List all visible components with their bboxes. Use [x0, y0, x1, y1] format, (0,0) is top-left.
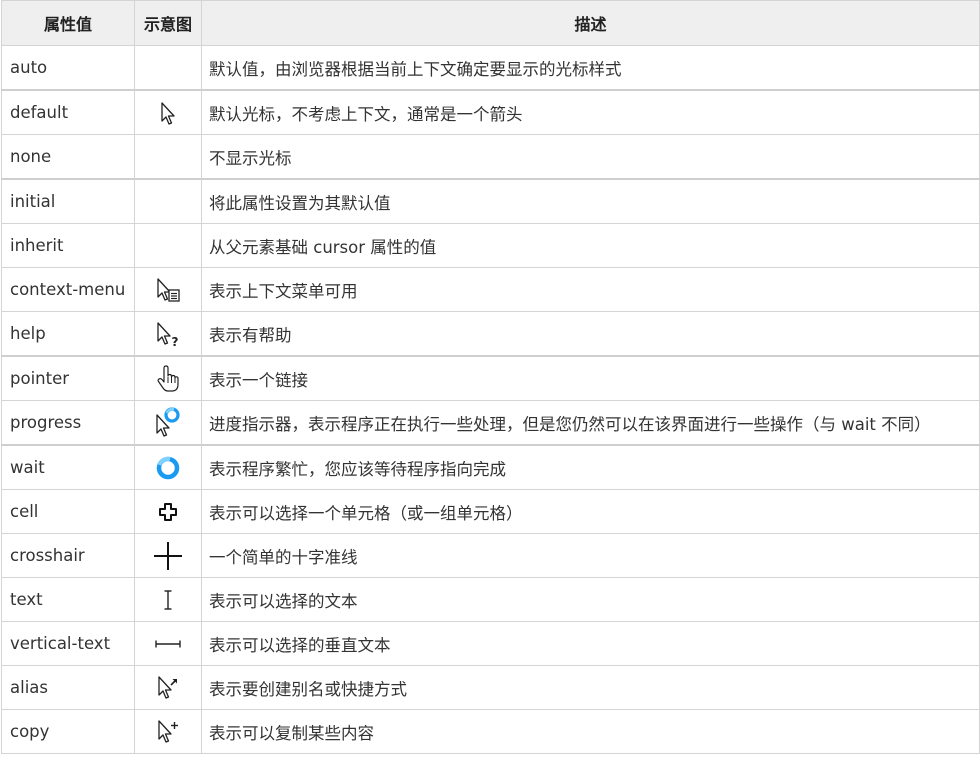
row-value: auto [1, 45, 135, 91]
row-description: 表示一个链接 [201, 355, 980, 401]
table-row: alias 表示要创建别名或快捷方式 [1, 665, 980, 710]
copy-cursor-icon [158, 719, 178, 743]
row-diagram [134, 178, 202, 224]
row-value: alias [1, 665, 135, 710]
row-description: 从父元素基础 cursor 属性的值 [201, 223, 980, 268]
row-description: 不显示光标 [201, 134, 980, 180]
arrow-cursor-icon [161, 101, 175, 125]
row-description: 表示上下文菜单可用 [201, 267, 980, 312]
table-row: initial 将此属性设置为其默认值 [1, 178, 980, 224]
row-description: 表示可以选择一个单元格（或一组单元格） [201, 489, 980, 534]
row-diagram [134, 134, 202, 180]
row-diagram [134, 621, 202, 666]
row-value: text [1, 577, 135, 622]
table-row: default 默认光标，不考虑上下文，通常是一个箭头 [1, 89, 980, 135]
row-value: copy [1, 709, 135, 754]
row-value: context-menu [1, 267, 135, 312]
table-row: progress 进度指示器，表示程序正在执行一些处理，但是您仍然可以在该界面进… [1, 400, 980, 446]
row-value: default [1, 89, 135, 135]
help-cursor-icon: ? [157, 321, 179, 348]
table-row: text 表示可以选择的文本 [1, 577, 980, 622]
row-diagram: ? [134, 311, 202, 357]
table-row: crosshair 一个简单的十字准线 [1, 533, 980, 578]
table-row: inherit 从父元素基础 cursor 属性的值 [1, 223, 980, 268]
row-diagram [134, 267, 202, 312]
hand-pointer-cursor-icon [157, 364, 179, 392]
table-row: none 不显示光标 [1, 134, 980, 180]
row-diagram [134, 577, 202, 622]
table-row: context-menu 表示上下文菜单可用 [1, 267, 980, 312]
cursor-property-table: 属性值 示意图 描述 auto 默认值，由浏览器根据当前上下文确定要显示的光标样… [1, 0, 980, 754]
table-header-row: 属性值 示意图 描述 [1, 0, 980, 46]
table-row: copy 表示可以复制某些内容 [1, 709, 980, 754]
row-description: 表示可以复制某些内容 [201, 709, 980, 754]
row-description: 表示有帮助 [201, 311, 980, 357]
row-value: progress [1, 400, 135, 446]
row-value: none [1, 134, 135, 180]
text-ibeam-cursor-icon [164, 589, 172, 610]
alias-cursor-icon [158, 675, 177, 699]
table-row: vertical-text 表示可以选择的垂直文本 [1, 621, 980, 666]
header-value: 属性值 [1, 0, 135, 46]
row-value: help [1, 311, 135, 357]
row-value: inherit [1, 223, 135, 268]
row-value: pointer [1, 355, 135, 401]
row-value: initial [1, 178, 135, 224]
table-row: pointer 表示一个链接 [1, 355, 980, 401]
row-description: 表示可以选择的文本 [201, 577, 980, 622]
table-row: wait 表示程序繁忙，您应该等待程序指向完成 [1, 444, 980, 490]
row-diagram [134, 709, 202, 754]
row-diagram [134, 444, 202, 490]
row-diagram [134, 355, 202, 401]
progress-cursor-icon [156, 406, 180, 437]
table-row: help ? 表示有帮助 [1, 311, 980, 357]
vertical-text-cursor-icon [155, 640, 181, 647]
row-description: 表示可以选择的垂直文本 [201, 621, 980, 666]
row-description: 表示要创建别名或快捷方式 [201, 665, 980, 710]
table-row: cell 表示可以选择一个单元格（或一组单元格） [1, 489, 980, 534]
row-value: vertical-text [1, 621, 135, 666]
row-diagram [134, 400, 202, 446]
row-diagram [134, 223, 202, 268]
header-description: 描述 [201, 0, 980, 46]
row-diagram [134, 665, 202, 710]
header-diagram: 示意图 [134, 0, 202, 46]
row-description: 进度指示器，表示程序正在执行一些处理，但是您仍然可以在该界面进行一些操作（与 w… [201, 400, 980, 446]
row-diagram [134, 45, 202, 91]
cell-cursor-icon [159, 502, 177, 521]
row-value: cell [1, 489, 135, 534]
row-description: 表示程序繁忙，您应该等待程序指向完成 [201, 444, 980, 490]
row-description: 默认值，由浏览器根据当前上下文确定要显示的光标样式 [201, 45, 980, 91]
row-description: 默认光标，不考虑上下文，通常是一个箭头 [201, 89, 980, 135]
wait-spinner-cursor-icon [156, 456, 180, 479]
row-description: 将此属性设置为其默认值 [201, 178, 980, 224]
table-row: auto 默认值，由浏览器根据当前上下文确定要显示的光标样式 [1, 45, 980, 91]
row-diagram [134, 89, 202, 135]
context-menu-cursor-icon [157, 277, 180, 302]
row-diagram [134, 489, 202, 534]
svg-text:?: ? [172, 335, 179, 348]
row-value: wait [1, 444, 135, 490]
row-diagram [134, 533, 202, 578]
crosshair-cursor-icon [154, 541, 182, 570]
row-description: 一个简单的十字准线 [201, 533, 980, 578]
row-value: crosshair [1, 533, 135, 578]
